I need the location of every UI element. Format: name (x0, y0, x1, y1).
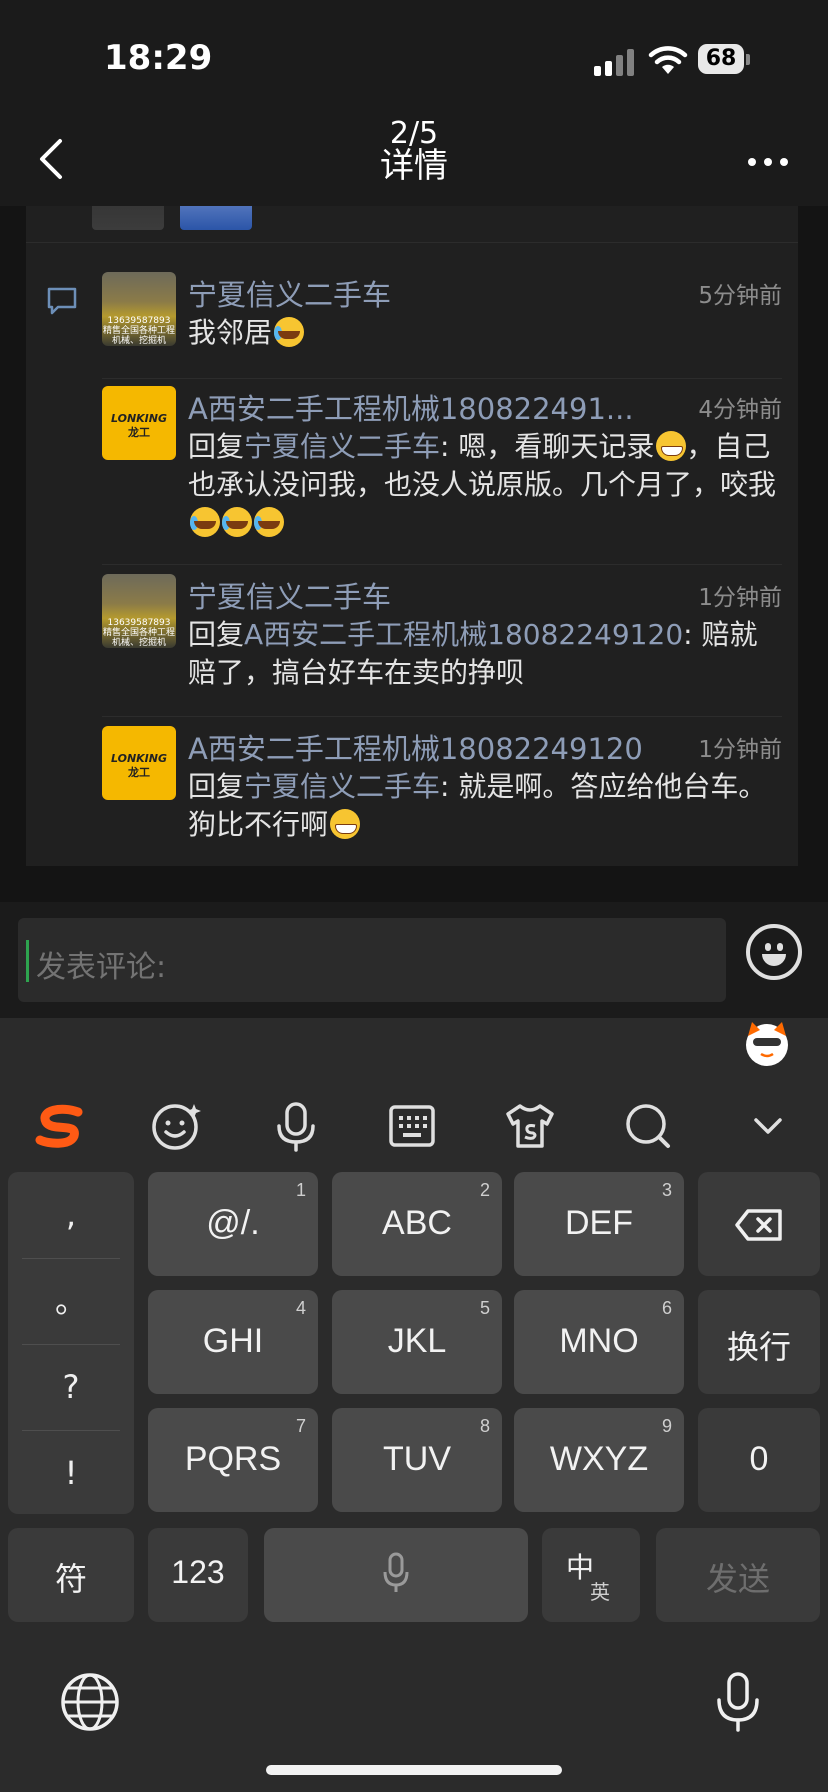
divider (26, 242, 798, 243)
send-key[interactable]: 发送 (656, 1528, 820, 1622)
key-4[interactable]: GHI 4 (148, 1290, 318, 1394)
skin-theme-icon[interactable] (502, 1098, 558, 1154)
comment-item[interactable]: LONKING 龙工 A西安二手工程机械18082249120 1分钟前 回复宁… (102, 726, 782, 846)
dictation-microphone-icon[interactable] (706, 1670, 770, 1734)
grinning-emoji-icon (330, 809, 361, 839)
punctuation-column: , 。 ? ! (8, 1172, 134, 1514)
backspace-icon (735, 1209, 782, 1241)
commenter-name[interactable]: A西安二手工程机械180822491... (188, 386, 666, 428)
keyboard-mascot-icon[interactable] (742, 1018, 792, 1068)
crying-laughing-emoji-icon (190, 507, 220, 537)
punct-key-comma[interactable]: , (8, 1172, 134, 1258)
battery-level: 68 (705, 46, 737, 71)
page-title: 详情 (380, 146, 448, 186)
key-8[interactable]: TUV 8 (332, 1408, 502, 1512)
home-indicator[interactable] (266, 1765, 562, 1775)
key-2[interactable]: ABC 2 (332, 1172, 502, 1276)
divider (102, 564, 782, 565)
numbers-key[interactable]: 123 (148, 1528, 248, 1622)
commenter-name[interactable]: 宁夏信义二手车 (188, 574, 608, 616)
like-avatars (92, 206, 262, 230)
space-key[interactable] (264, 1528, 528, 1622)
comment-item[interactable]: LONKING 龙工 A西安二手工程机械180822491... 4分钟前 回复… (102, 386, 782, 537)
keyboard-layout-icon[interactable] (384, 1098, 440, 1154)
key-0[interactable]: 0 (698, 1408, 820, 1512)
comment-text: 我邻居 (188, 314, 782, 352)
divider (102, 378, 782, 379)
commenter-name[interactable]: 宁夏信义二手车 (188, 272, 608, 314)
symbols-key[interactable]: 符 (8, 1528, 134, 1622)
cellular-signal-icon (594, 48, 638, 76)
user-avatar[interactable]: 13639587893 精售全国各种工程机械、挖掘机 (102, 574, 176, 648)
commenter-name[interactable]: A西安二手工程机械18082249120 (188, 726, 666, 768)
emoji-picker-icon[interactable] (746, 924, 802, 980)
comment-input-bar: 发表评论: (0, 902, 828, 1018)
status-time: 18:29 (104, 38, 213, 78)
reply-target-name[interactable]: 宁夏信义二手车 (244, 770, 440, 803)
punct-key-question[interactable]: ? (8, 1344, 134, 1430)
emoji-face-icon[interactable] (148, 1098, 204, 1154)
battery-icon: 68 (698, 44, 750, 76)
comment-time: 4分钟前 (698, 397, 782, 423)
crying-laughing-emoji-icon (274, 317, 305, 347)
reply-target-name[interactable]: 宁夏信义二手车 (244, 430, 440, 463)
comment-text: 回复宁夏信义二手车: 就是啊。答应给他台车。狗比不行啊 (188, 770, 767, 841)
newline-key[interactable]: 换行 (698, 1290, 820, 1394)
key-9[interactable]: WXYZ 9 (514, 1408, 684, 1512)
voice-input-icon[interactable] (268, 1098, 324, 1154)
key-7[interactable]: PQRS 7 (148, 1408, 318, 1512)
punct-key-period[interactable]: 。 (8, 1258, 134, 1344)
globe-icon[interactable] (58, 1670, 122, 1734)
liker-avatar[interactable] (180, 206, 252, 230)
key-5[interactable]: JKL 5 (332, 1290, 502, 1394)
liker-avatar[interactable] (92, 206, 164, 230)
comment-time: 1分钟前 (698, 737, 782, 763)
punct-key-exclaim[interactable]: ! (8, 1430, 134, 1516)
comment-time: 5分钟前 (698, 283, 782, 309)
comment-input-placeholder: 发表评论: (36, 950, 167, 985)
language-switch-key[interactable]: 中 英 (542, 1528, 640, 1622)
key-3[interactable]: DEF 3 (514, 1172, 684, 1276)
divider (102, 716, 782, 717)
wifi-icon (648, 46, 688, 74)
key-6[interactable]: MNO 6 (514, 1290, 684, 1394)
user-avatar[interactable]: LONKING 龙工 (102, 726, 176, 800)
sogou-logo-icon[interactable] (32, 1098, 88, 1154)
collapse-keyboard-icon[interactable] (740, 1098, 796, 1154)
user-avatar[interactable]: LONKING 龙工 (102, 386, 176, 460)
microphone-icon (383, 1552, 409, 1592)
navigation-bar: 2/5 详情 (0, 110, 828, 207)
comment-input[interactable]: 发表评论: (18, 918, 726, 1002)
backspace-key[interactable] (698, 1172, 820, 1276)
grinning-emoji-icon (656, 431, 687, 461)
user-avatar[interactable]: 13639587893 精售全国各种工程机械、挖掘机 (102, 272, 176, 346)
key-1[interactable]: @/. 1 (148, 1172, 318, 1276)
comment-text: 回复A西安二手工程机械18082249120: 赔就赔了，搞台好车在卖的挣呗 (188, 618, 758, 689)
comment-item[interactable]: 13639587893 精售全国各种工程机械、挖掘机 宁夏信义二手车 1分钟前 … (102, 574, 782, 694)
comment-time: 1分钟前 (698, 585, 782, 611)
reply-target-name[interactable]: A西安二手工程机械18082249120 (244, 618, 683, 651)
status-bar: 18:29 68 (0, 0, 828, 110)
comment-card: 13639587893 精售全国各种工程机械、挖掘机 宁夏信义二手车 5分钟前 … (26, 206, 798, 866)
comment-item[interactable]: 13639587893 精售全国各种工程机械、挖掘机 宁夏信义二手车 5分钟前 … (102, 272, 782, 352)
crying-laughing-emoji-icon (222, 507, 252, 537)
text-caret (26, 940, 29, 982)
comment-text: 回复宁夏信义二手车: 嗯，看聊天记录 ，自己也承认没问我，也没人说原版。几个月了，… (188, 428, 782, 542)
comment-bubble-icon (47, 287, 77, 315)
search-icon[interactable] (620, 1098, 676, 1154)
more-options-icon[interactable] (748, 158, 788, 168)
crying-laughing-emoji-icon (254, 507, 284, 537)
comment-section: 13639587893 精售全国各种工程机械、挖掘机 宁夏信义二手车 5分钟前 … (0, 206, 828, 902)
